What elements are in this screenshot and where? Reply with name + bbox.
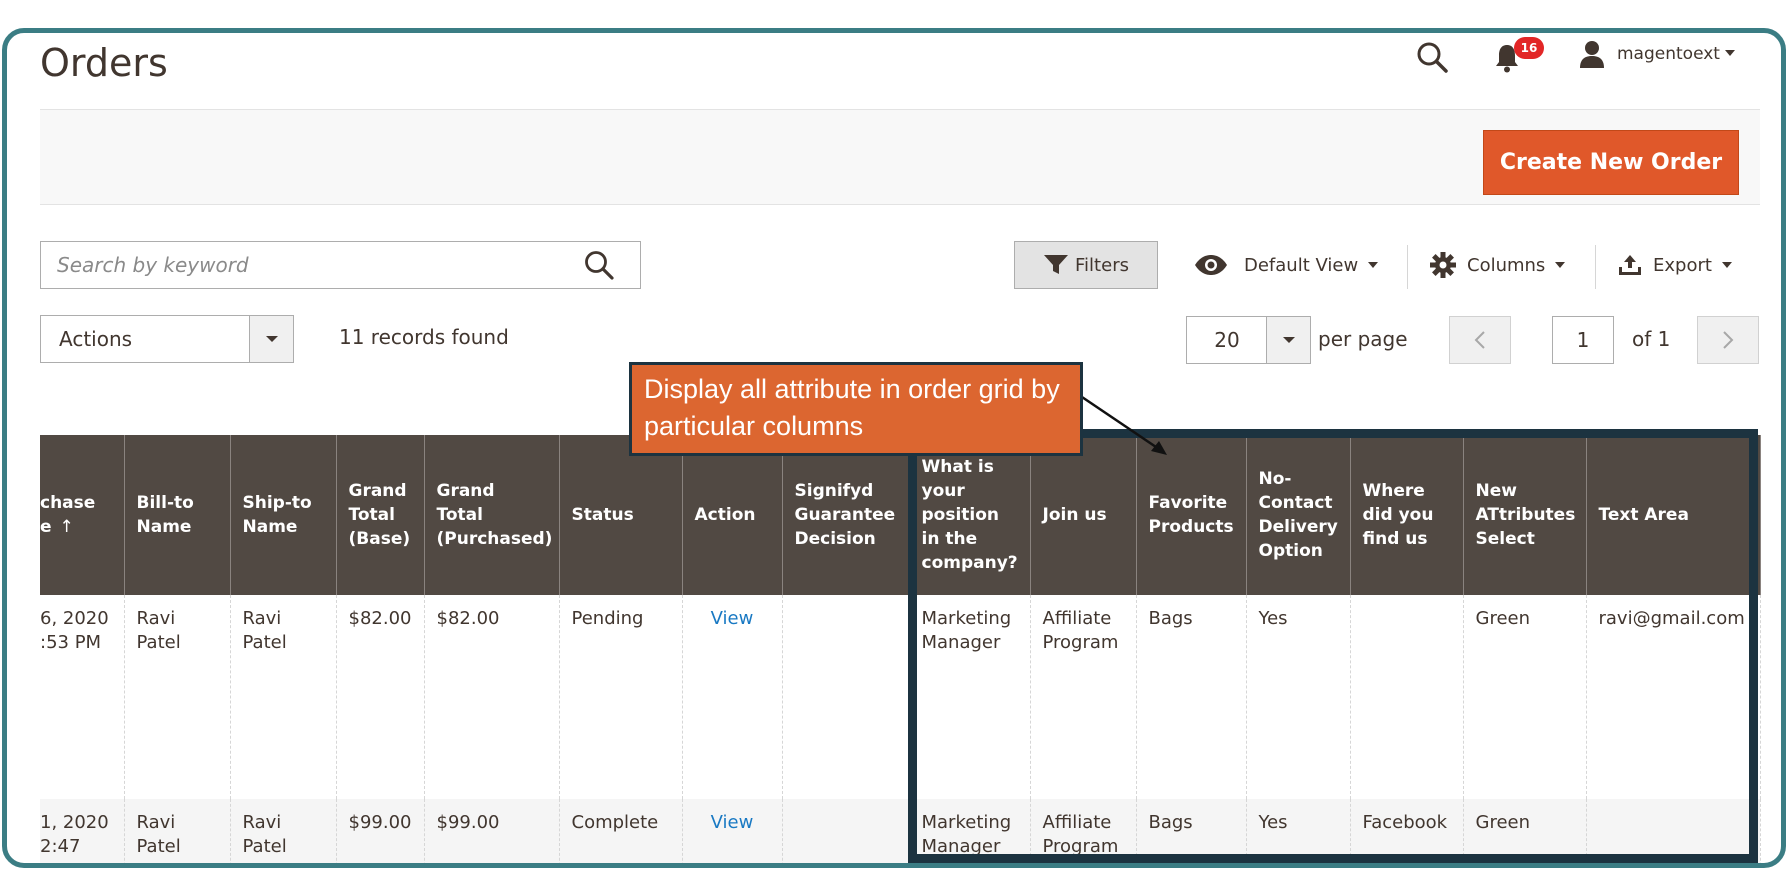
prev-page-button[interactable] xyxy=(1449,316,1511,364)
status-cell: Pending xyxy=(559,595,683,799)
purchase-date-cell: 1, 2020 2:47 AM xyxy=(40,799,125,863)
signifyd-decision-cell xyxy=(782,595,910,799)
chevron-down-icon xyxy=(1555,262,1566,268)
no-contact-delivery-cell: Yes xyxy=(1246,595,1351,799)
search-input[interactable] xyxy=(41,242,581,288)
chevron-down-icon xyxy=(1282,337,1295,343)
column-header-bill-to-name[interactable]: Bill-to Name xyxy=(124,435,231,595)
chevron-down-icon xyxy=(1368,262,1379,268)
column-header-purchase-date[interactable]: chase e ↑ xyxy=(40,435,125,595)
chevron-right-icon xyxy=(1723,331,1734,349)
chevron-down-icon xyxy=(265,336,278,342)
text-area-cell xyxy=(1586,799,1761,863)
filters-button[interactable]: Filters xyxy=(1014,241,1158,289)
no-contact-delivery-cell: Yes xyxy=(1246,799,1351,863)
username[interactable]: magentoext xyxy=(1617,44,1720,64)
column-header-where-found[interactable]: Where did you find us xyxy=(1350,435,1464,595)
grand-total-base-cell: $82.00 xyxy=(336,595,425,799)
signifyd-decision-cell xyxy=(782,799,910,863)
arrow-icon xyxy=(1078,393,1167,455)
search-icon[interactable] xyxy=(583,249,615,281)
export-control[interactable]: Export xyxy=(1617,245,1732,285)
per-page-select[interactable]: 20 xyxy=(1186,316,1311,364)
per-page-dropdown-toggle[interactable] xyxy=(1266,317,1310,363)
filter-icon xyxy=(1044,255,1069,274)
table-row[interactable]: 6, 2020 :53 PM Ravi Patel Ravi Patel $82… xyxy=(40,595,1761,799)
user-icon[interactable] xyxy=(1577,39,1607,69)
join-us-cell: Affiliate Program xyxy=(1030,595,1137,799)
page-total: of 1 xyxy=(1632,327,1671,351)
new-attributes-select-cell: Green xyxy=(1463,595,1587,799)
column-header-status[interactable]: Status xyxy=(559,435,683,595)
window-frame: Orders 16 magentoext Create New Order Fi… xyxy=(2,28,1786,868)
column-header-ship-to-name[interactable]: Ship-to Name xyxy=(230,435,337,595)
ship-to-name-cell: Ravi Patel xyxy=(230,595,337,799)
new-attributes-select-cell: Green xyxy=(1463,799,1587,863)
position-cell: Marketing Manager xyxy=(909,799,1031,863)
grid-header-row: chase e ↑ Bill-to Name Ship-to Name Grand… xyxy=(40,435,1761,595)
toolbar-divider xyxy=(1407,245,1408,289)
create-new-order-button[interactable]: Create New Order xyxy=(1483,130,1739,195)
columns-control[interactable]: Columns xyxy=(1429,245,1566,285)
page-title: Orders xyxy=(40,41,168,85)
per-page-value: 20 xyxy=(1214,328,1240,352)
bill-to-name-cell: Ravi Patel xyxy=(124,799,231,863)
column-header-grand-total-base[interactable]: Grand Total (Base) xyxy=(336,435,425,595)
favorite-products-cell: Bags xyxy=(1136,595,1247,799)
eye-icon xyxy=(1195,255,1227,275)
column-header-new-attributes-select[interactable]: New ATtributes Select xyxy=(1463,435,1587,595)
chevron-down-icon xyxy=(1721,262,1732,268)
position-cell: Marketing Manager xyxy=(909,595,1031,799)
admin-page: Orders 16 magentoext Create New Order Fi… xyxy=(7,33,1781,863)
columns-label: Columns xyxy=(1467,254,1546,276)
purchase-date-cell: 6, 2020 :53 PM xyxy=(40,595,125,799)
orders-grid: chase e ↑ Bill-to Name Ship-to Name Grand… xyxy=(40,435,1761,863)
actions-dropdown-toggle[interactable] xyxy=(249,316,293,362)
favorite-products-cell: Bags xyxy=(1136,799,1247,863)
text-area-cell: ravi@gmail.com xyxy=(1586,595,1761,799)
column-header-text-area[interactable]: Text Area xyxy=(1586,435,1761,595)
view-order-link[interactable]: View xyxy=(682,799,783,863)
chevron-left-icon xyxy=(1474,331,1485,349)
gear-icon xyxy=(1430,252,1456,278)
keyword-search xyxy=(40,241,641,289)
table-row[interactable]: 1, 2020 2:47 AM Ravi Patel Ravi Patel $9… xyxy=(40,799,1761,863)
grand-total-purchased-cell: $82.00 xyxy=(424,595,560,799)
per-page-label: per page xyxy=(1318,327,1408,351)
sort-ascending-icon: ↑ xyxy=(59,517,74,537)
column-header-grand-total-purchased[interactable]: Grand Total (Purchased) xyxy=(424,435,560,595)
join-us-cell: Affiliate Program xyxy=(1030,799,1137,863)
records-count: 11 records found xyxy=(339,325,509,349)
column-header-action: Action xyxy=(682,435,783,595)
view-order-link[interactable]: View xyxy=(682,595,783,799)
view-label: Default View xyxy=(1244,254,1359,276)
export-icon xyxy=(1619,255,1641,275)
page-number-input[interactable]: 1 xyxy=(1552,316,1614,364)
annotation-callout: Display all attribute in order grid by p… xyxy=(629,362,1083,456)
view-switcher[interactable]: Default View xyxy=(1194,245,1379,285)
ship-to-name-cell: Ravi Patel xyxy=(230,799,337,863)
status-cell: Complete xyxy=(559,799,683,863)
column-header-signifyd-decision[interactable]: Signifyd Guarantee Decision xyxy=(782,435,910,595)
chevron-down-icon[interactable] xyxy=(1725,49,1735,57)
filters-label: Filters xyxy=(1075,254,1129,276)
page-actions-bar: Create New Order xyxy=(40,109,1760,205)
where-found-cell: Facebook xyxy=(1350,799,1464,863)
actions-label: Actions xyxy=(59,327,133,351)
column-header-position[interactable]: What is your position in the company? xyxy=(909,435,1031,595)
column-header-no-contact-delivery[interactable]: No-Contact Delivery Option xyxy=(1246,435,1351,595)
search-icon[interactable] xyxy=(1414,39,1450,75)
next-page-button[interactable] xyxy=(1697,316,1759,364)
toolbar-divider xyxy=(1595,245,1596,289)
grand-total-base-cell: $99.00 xyxy=(336,799,425,863)
notification-badge[interactable]: 16 xyxy=(1514,37,1544,59)
grand-total-purchased-cell: $99.00 xyxy=(424,799,560,863)
export-label: Export xyxy=(1653,254,1712,276)
mass-actions-select[interactable]: Actions xyxy=(40,315,294,363)
bill-to-name-cell: Ravi Patel xyxy=(124,595,231,799)
where-found-cell xyxy=(1350,595,1464,799)
